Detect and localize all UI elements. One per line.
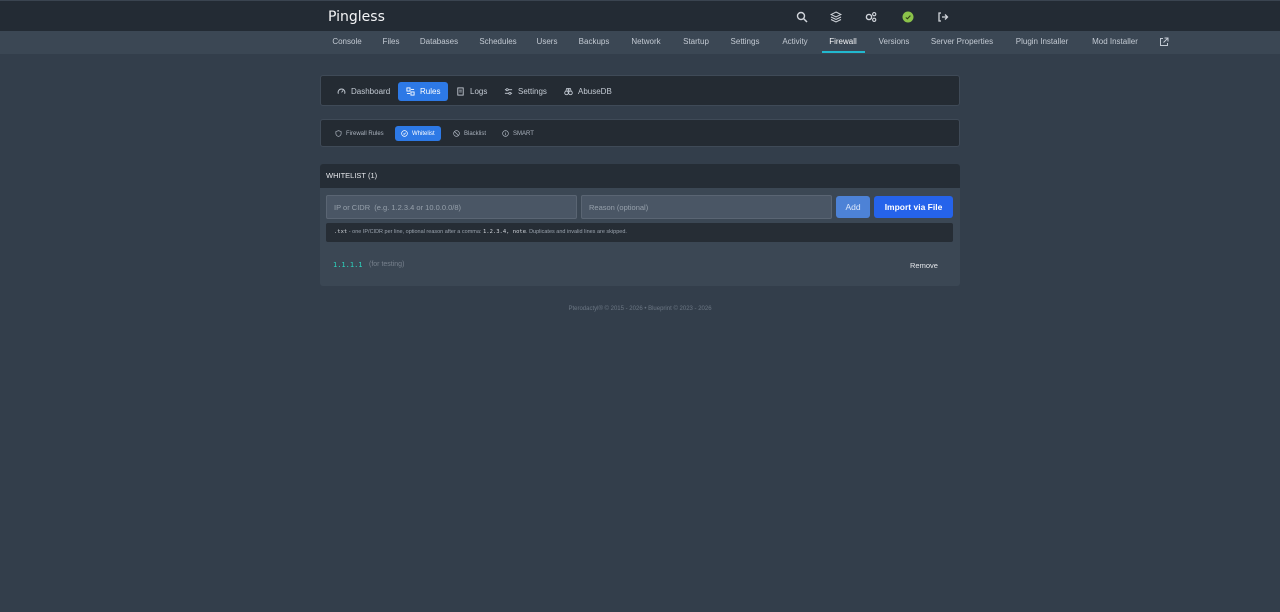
hint-example: 1.2.3.4, note	[482, 229, 527, 235]
sliders-icon	[504, 88, 513, 95]
logout-icon[interactable]	[936, 10, 950, 24]
entry-ip: 1.1.1.1	[333, 261, 363, 269]
entry-note: (for testing)	[369, 261, 405, 268]
tab-blacklist-label: Blacklist	[464, 130, 487, 137]
nav-network[interactable]: Network	[631, 31, 660, 54]
tab-settings[interactable]: Settings	[496, 82, 555, 101]
nav-mod-installer[interactable]: Mod Installer	[1092, 31, 1138, 54]
app-title[interactable]: Pingless	[328, 9, 385, 25]
tab-firewall-rules[interactable]: Firewall Rules	[329, 126, 390, 141]
nav-activity[interactable]: Activity	[782, 31, 807, 54]
layers-icon[interactable]	[829, 10, 843, 24]
check-circle-icon	[401, 130, 408, 137]
nav-plugin-installer[interactable]: Plugin Installer	[1016, 31, 1068, 54]
ban-icon	[453, 130, 460, 137]
reason-input[interactable]	[581, 195, 832, 219]
nav-server-properties[interactable]: Server Properties	[931, 31, 993, 54]
top-bar: Pingless	[0, 0, 1280, 31]
rule-type-tabs: Firewall Rules Whitelist Blacklist SMART	[320, 119, 960, 147]
hint-text-1: - one IP/CIDR per line, optional reason …	[347, 229, 483, 235]
tab-dashboard[interactable]: Dashboard	[329, 82, 398, 101]
server-nav: Console Files Databases Schedules Users …	[0, 31, 1280, 54]
tab-rules-label: Rules	[420, 87, 441, 96]
nav-schedules[interactable]: Schedules	[479, 31, 516, 54]
nav-databases[interactable]: Databases	[420, 31, 458, 54]
tab-smart[interactable]: SMART	[496, 126, 540, 141]
nav-files[interactable]: Files	[383, 31, 400, 54]
ip-cidr-input[interactable]	[326, 195, 577, 219]
tab-rules[interactable]: Rules	[398, 82, 449, 101]
firewall-tabs: Dashboard Rules Logs Settings AbuseDB	[320, 75, 960, 106]
info-icon	[502, 130, 509, 137]
tab-logs-label: Logs	[470, 87, 488, 96]
shield-icon	[335, 130, 342, 137]
tab-whitelist-label: Whitelist	[412, 130, 435, 137]
nav-users[interactable]: Users	[537, 31, 558, 54]
search-icon[interactable]	[795, 10, 809, 24]
gauge-icon	[337, 88, 346, 94]
tab-blacklist[interactable]: Blacklist	[447, 126, 492, 141]
nav-backups[interactable]: Backups	[579, 31, 610, 54]
remove-button[interactable]: Remove	[910, 261, 938, 270]
rules-icon	[406, 87, 415, 96]
add-button[interactable]: Add	[836, 196, 870, 218]
tab-abusedb-label: AbuseDB	[578, 87, 612, 96]
whitelist-heading: WHITELIST (1)	[320, 164, 960, 188]
hint-extension: .txt	[334, 229, 348, 235]
tab-smart-label: SMART	[513, 130, 534, 137]
import-via-file-button[interactable]: Import via File	[874, 196, 953, 218]
nav-versions[interactable]: Versions	[879, 31, 910, 54]
tab-whitelist[interactable]: Whitelist	[395, 126, 441, 141]
tab-firewall-rules-label: Firewall Rules	[346, 130, 384, 137]
status-online-icon[interactable]	[901, 10, 915, 24]
whitelist-panel: WHITELIST (1) Add Import via File .txt -…	[320, 164, 960, 286]
nav-startup[interactable]: Startup	[683, 31, 709, 54]
footer-copyright: Pterodactyl® © 2015 - 2026 • Blueprint ©…	[568, 306, 712, 312]
external-link-icon[interactable]	[1159, 37, 1169, 47]
tab-abusedb[interactable]: AbuseDB	[556, 82, 620, 101]
tab-dashboard-label: Dashboard	[351, 87, 391, 96]
active-tab-indicator	[822, 51, 865, 53]
nav-settings[interactable]: Settings	[731, 31, 760, 54]
tab-settings-label: Settings	[518, 87, 547, 96]
admin-gears-icon[interactable]	[864, 10, 878, 24]
nav-console[interactable]: Console	[332, 31, 361, 54]
import-hint: .txt - one IP/CIDR per line, optional re…	[326, 223, 953, 242]
binoculars-icon	[564, 87, 573, 96]
logs-icon	[457, 87, 464, 96]
hint-text-2: . Duplicates and invalid lines are skipp…	[526, 229, 627, 235]
tab-logs[interactable]: Logs	[448, 82, 495, 101]
